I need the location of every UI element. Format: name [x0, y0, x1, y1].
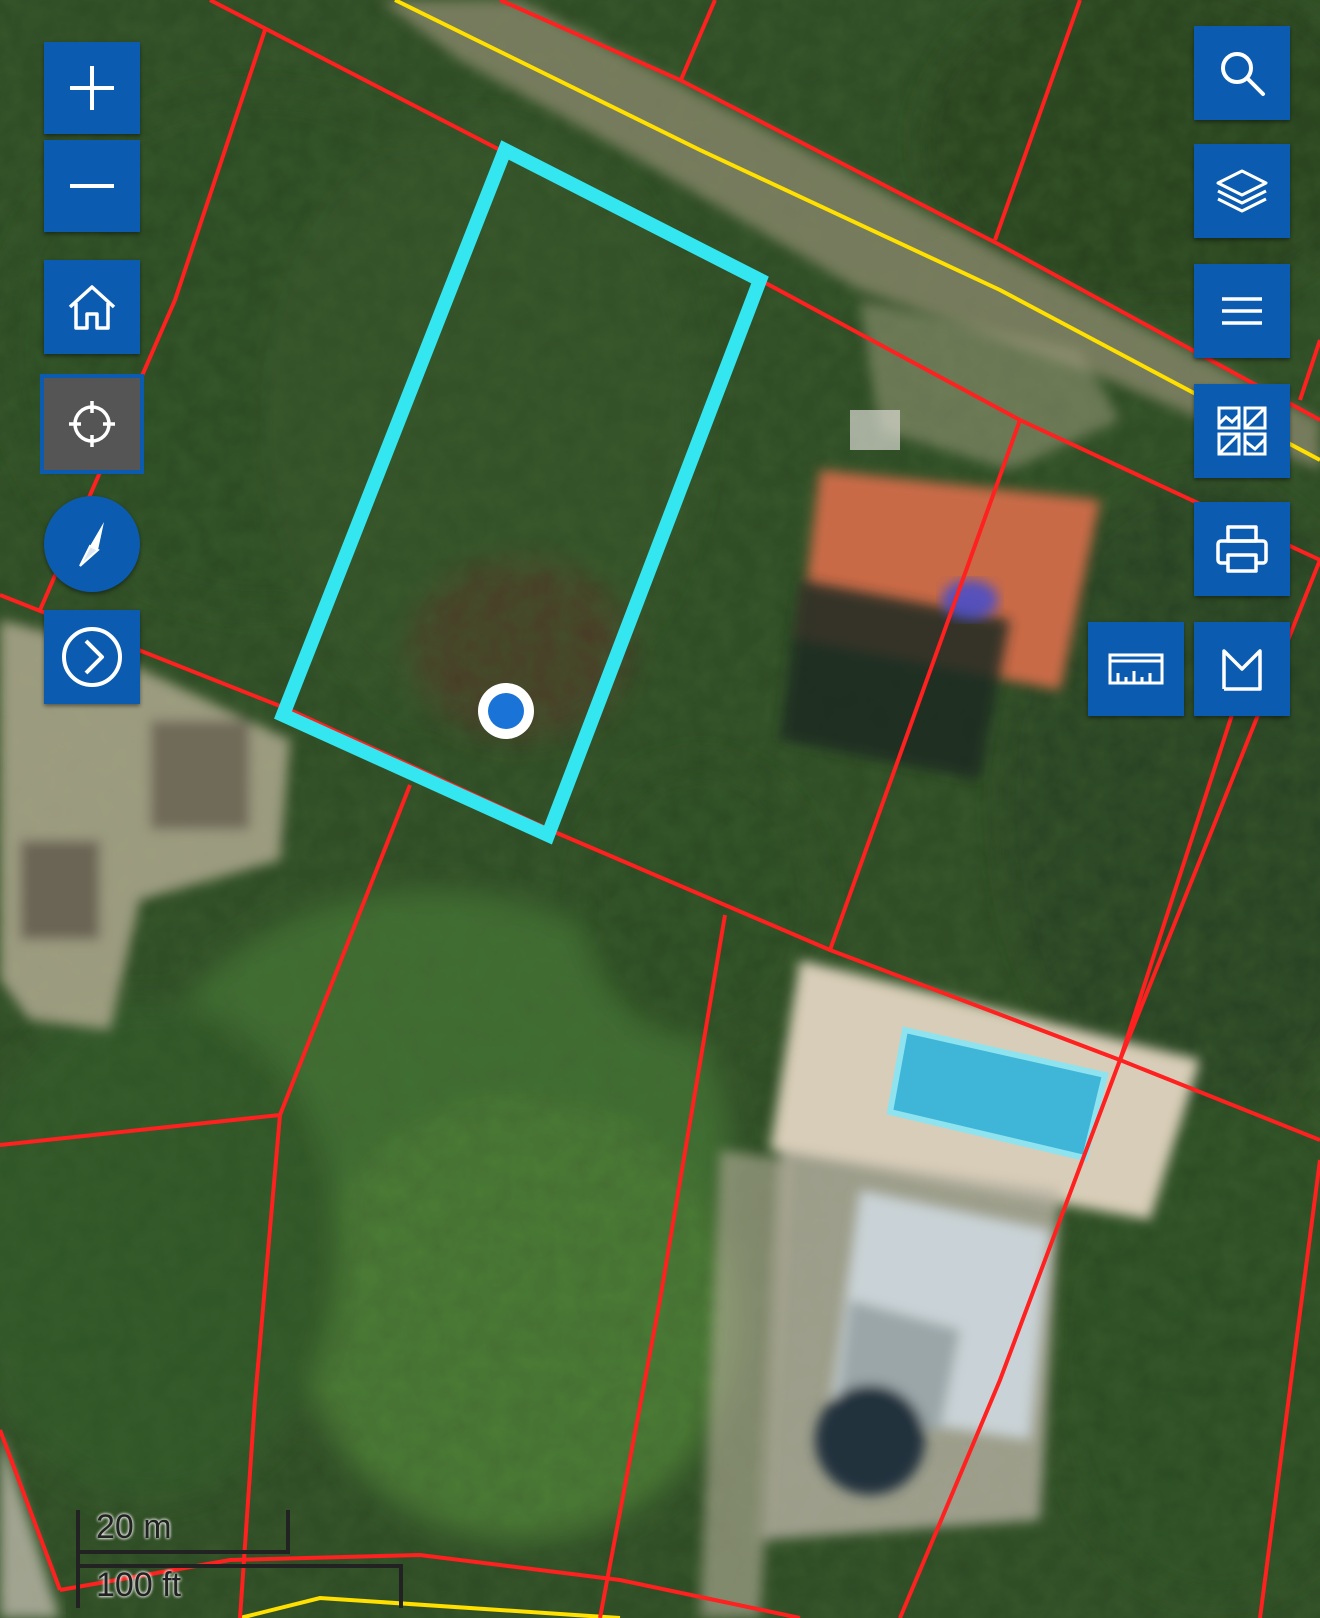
search-icon	[1221, 52, 1265, 96]
location-marker[interactable]	[478, 683, 534, 739]
minus-icon	[70, 184, 114, 188]
scale-imperial-label: 100 ft	[96, 1566, 182, 1604]
home-icon	[68, 285, 116, 330]
print-button[interactable]	[1194, 502, 1290, 596]
plus-icon	[70, 66, 114, 110]
map-view[interactable]: 20 m 100 ft	[0, 0, 1320, 1618]
search-button[interactable]	[1194, 26, 1290, 120]
ruler-icon	[1108, 653, 1164, 685]
zoom-out-button[interactable]	[44, 140, 140, 232]
basemap-gallery-button[interactable]	[1194, 384, 1290, 478]
scale-bar: 20 m 100 ft	[76, 1500, 436, 1610]
bookmark-icon	[1222, 649, 1262, 691]
layers-button[interactable]	[1194, 144, 1290, 238]
home-button[interactable]	[44, 260, 140, 354]
measure-button[interactable]	[1088, 622, 1184, 716]
satellite-basemap	[0, 0, 1320, 1618]
chevron-right-circle-icon	[62, 627, 122, 687]
bookmark-button[interactable]	[1194, 622, 1290, 716]
menu-button[interactable]	[1194, 264, 1290, 358]
basemap-gallery-icon	[1217, 406, 1267, 456]
compass-button[interactable]	[44, 496, 140, 592]
compass-icon	[79, 522, 104, 567]
expand-button[interactable]	[44, 610, 140, 704]
scale-metric-label: 20 m	[96, 1508, 172, 1546]
menu-icon	[1222, 297, 1262, 325]
crosshair-icon	[69, 401, 115, 447]
layers-icon	[1216, 169, 1268, 213]
zoom-in-button[interactable]	[44, 42, 140, 134]
printer-icon	[1216, 525, 1268, 573]
locate-button[interactable]	[40, 374, 144, 474]
